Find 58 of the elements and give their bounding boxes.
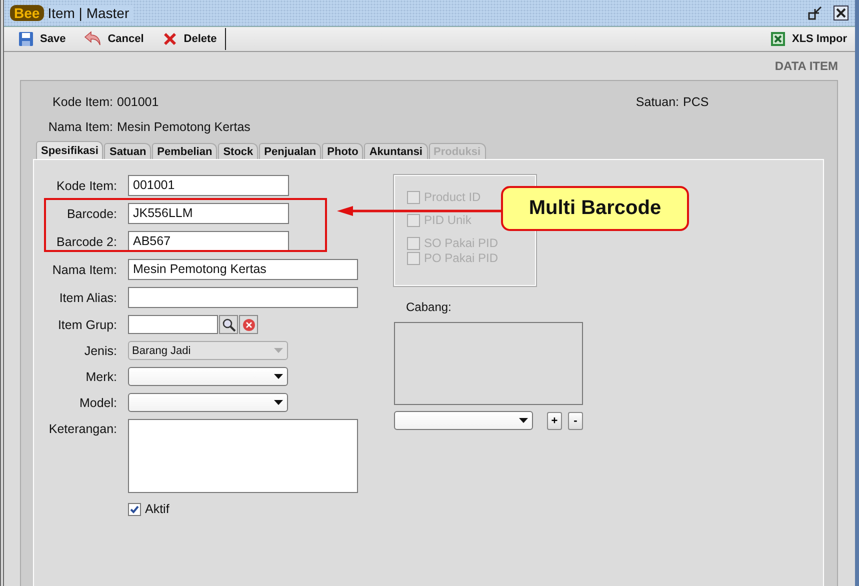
field-label: Nama Item: xyxy=(47,120,113,134)
field-label: Item Grup: xyxy=(56,318,117,332)
caret-icon xyxy=(519,418,528,423)
delete-x-icon xyxy=(162,31,178,47)
checkbox[interactable]: Aktif xyxy=(128,502,394,516)
field-label: Kode Item: xyxy=(56,178,117,192)
tab[interactable]: Akuntansi xyxy=(364,143,428,159)
text-field[interactable] xyxy=(128,315,218,334)
check-icon xyxy=(129,504,140,514)
field-label: Model: xyxy=(78,396,117,410)
tab[interactable]: Pembelian xyxy=(152,143,218,159)
clear-button[interactable] xyxy=(239,315,258,334)
close-icon[interactable] xyxy=(833,5,849,21)
tab[interactable]: Penjualan xyxy=(259,143,322,159)
callout: Multi Barcode xyxy=(501,186,689,231)
toolbar-button[interactable]: XLS Impor xyxy=(766,29,851,49)
section-title: DATA ITEM xyxy=(774,59,838,73)
field-label: Nama Item: xyxy=(51,262,117,276)
field-label: Keterangan: xyxy=(48,421,117,436)
field-value: PCS xyxy=(683,94,710,108)
undo-arrow-icon xyxy=(84,31,102,47)
tab[interactable]: Satuan xyxy=(104,143,152,159)
field-label: Barcode 2: xyxy=(56,234,117,248)
dropdown[interactable] xyxy=(394,411,533,430)
spreadsheet-icon xyxy=(770,31,786,47)
branch-list[interactable] xyxy=(394,322,583,405)
text-area[interactable] xyxy=(128,419,358,493)
text-field[interactable]: JK556LLM xyxy=(128,203,289,224)
toolbar-button[interactable]: Cancel xyxy=(80,29,148,49)
add-button[interactable]: + xyxy=(547,412,562,430)
tab[interactable]: Spesifikasi xyxy=(36,141,104,159)
field-label: Item Alias: xyxy=(58,290,117,304)
text-field[interactable]: AB567 xyxy=(128,231,289,252)
field-value: 001001 xyxy=(117,94,159,108)
caret-icon xyxy=(274,400,283,405)
field-label: Satuan: xyxy=(636,94,679,108)
field-label: Barcode: xyxy=(66,206,117,220)
search-button[interactable] xyxy=(219,315,238,334)
dropdown[interactable] xyxy=(128,393,288,412)
caret-icon xyxy=(274,348,283,353)
text-field[interactable]: Mesin Pemotong Kertas xyxy=(128,259,358,280)
restore-icon[interactable] xyxy=(807,5,823,21)
remove-button[interactable]: - xyxy=(568,412,583,430)
app-logo: Bee xyxy=(10,5,44,21)
text-field[interactable]: 001001 xyxy=(128,175,289,196)
field-label: Kode Item: xyxy=(52,94,113,108)
dropdown[interactable] xyxy=(128,367,288,386)
window-title: Item | Master xyxy=(48,5,134,21)
field-label: Merk: xyxy=(84,370,117,384)
toolbar-button[interactable]: Delete xyxy=(158,29,221,49)
text-field[interactable] xyxy=(128,287,358,308)
tab[interactable]: Stock xyxy=(218,143,258,159)
caret-icon xyxy=(274,374,283,379)
field-label: Cabang: xyxy=(406,300,452,314)
toolbar-button[interactable]: Save xyxy=(14,29,70,49)
field-value: Mesin Pemotong Kertas xyxy=(117,120,250,134)
tab[interactable]: Photo xyxy=(322,143,364,159)
field-label: Jenis: xyxy=(83,344,117,358)
